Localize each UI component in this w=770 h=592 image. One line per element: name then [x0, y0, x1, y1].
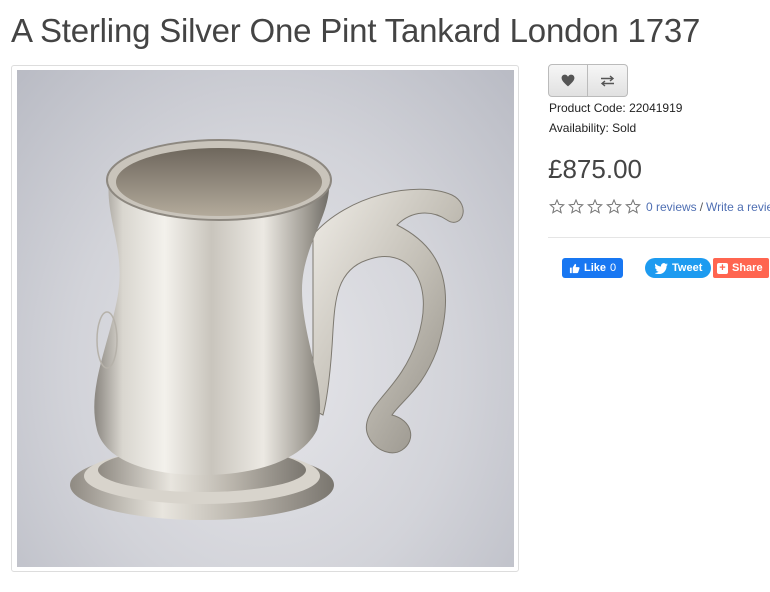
product-code-label: Product Code:	[549, 101, 626, 115]
thumbs-up-icon	[569, 263, 580, 273]
reviews-separator: /	[699, 199, 704, 214]
availability-label: Availability:	[549, 121, 609, 135]
rating-stars	[549, 199, 641, 214]
add-to-wishlist-button[interactable]	[548, 64, 588, 97]
reviews-count-link[interactable]: 0 reviews	[646, 200, 697, 214]
rating-row: 0 reviews / Write a review	[549, 199, 770, 214]
divider	[548, 237, 770, 238]
compare-button[interactable]	[588, 64, 628, 97]
write-review-link[interactable]: Write a review	[706, 200, 770, 214]
product-code-value: 22041919	[629, 101, 683, 115]
twitter-bird-icon	[655, 262, 668, 274]
star-empty-icon	[625, 199, 641, 214]
tweet-button[interactable]: Tweet	[645, 258, 712, 278]
share-label: Share	[732, 262, 763, 274]
star-empty-icon	[606, 199, 622, 214]
tweet-label: Tweet	[672, 262, 703, 274]
star-empty-icon	[587, 199, 603, 214]
star-empty-icon	[549, 199, 565, 214]
facebook-like-label: Like	[584, 262, 607, 274]
facebook-like-count: 0	[610, 262, 617, 274]
plus-icon: +	[717, 262, 728, 274]
product-image[interactable]	[17, 70, 514, 567]
share-button[interactable]: + Share	[713, 258, 769, 278]
star-empty-icon	[568, 199, 584, 214]
facebook-like-button[interactable]: Like 0	[562, 258, 624, 278]
exchange-icon	[600, 74, 615, 87]
product-action-buttons	[548, 64, 628, 97]
heart-icon	[561, 74, 575, 87]
availability: Availability: Sold	[549, 121, 636, 135]
product-image-frame[interactable]	[11, 65, 519, 572]
availability-value: Sold	[612, 121, 637, 135]
product-price: £875.00	[548, 154, 642, 184]
product-code: Product Code: 22041919	[549, 101, 682, 115]
product-title: A Sterling Silver One Pint Tankard Londo…	[11, 12, 701, 49]
